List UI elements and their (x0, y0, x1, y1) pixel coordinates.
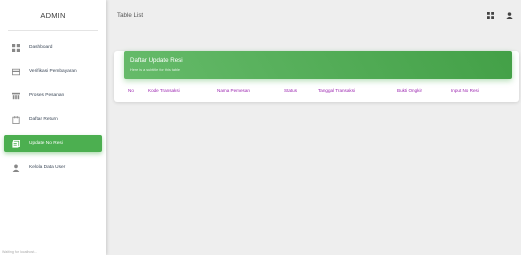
sidebar-item-label: Daftar Return (29, 117, 58, 122)
column-header-kode-transaksi: Kode Transaksi (148, 88, 180, 93)
column-header-bukti-ongkir: Bukti Ongkir (397, 88, 423, 93)
person-icon[interactable] (506, 12, 513, 19)
sidebar-item-proses-pesanan[interactable]: Proses Pesanan (4, 87, 102, 104)
sidebar-item-daftar-return[interactable]: Daftar Return (4, 111, 102, 128)
table-card: Daftar Update Resi Here is a subtitle fo… (114, 51, 519, 102)
top-actions (487, 12, 513, 19)
column-header-no: No (128, 88, 134, 93)
card-header: Daftar Update Resi Here is a subtitle fo… (124, 51, 512, 79)
sidebar-item-label: Update No Resi (29, 141, 63, 146)
column-header-nama-pemesan: Nama Pemesan (217, 88, 250, 93)
page-title: Table List (117, 12, 144, 19)
sidebar-item-label: Dashboard (29, 45, 53, 50)
dashboard-icon (12, 43, 20, 52)
receipt-icon (12, 139, 20, 148)
sidebar-item-kelola-data-user[interactable]: Kelola Data User (4, 159, 102, 176)
sidebar: ADMIN Dashboard Verifikasi Pembayaran Pr… (0, 0, 106, 255)
grid-icon[interactable] (487, 12, 494, 19)
process-icon (12, 92, 20, 100)
card-subtitle: Here is a subtitle for this table (130, 68, 181, 72)
sidebar-item-verifikasi-pembayaran[interactable]: Verifikasi Pembayaran (4, 63, 102, 80)
sidebar-item-dashboard[interactable]: Dashboard (4, 39, 102, 56)
sidebar-item-label: Verifikasi Pembayaran (29, 69, 77, 74)
table-header-row: No Kode Transaksi Nama Pemesan Status Ta… (114, 88, 519, 96)
payment-icon (12, 68, 20, 76)
topbar: Table List (106, 0, 521, 31)
column-header-status: Status (284, 88, 298, 93)
sidebar-nav: Dashboard Verifikasi Pembayaran Proses P… (0, 39, 106, 176)
return-icon (12, 115, 20, 124)
card-title: Daftar Update Resi (130, 57, 183, 64)
sidebar-item-update-no-resi[interactable]: Update No Resi (4, 135, 102, 152)
sidebar-item-label: Proses Pesanan (29, 93, 65, 98)
sidebar-item-label: Kelola Data User (29, 165, 66, 170)
brand-logo[interactable]: ADMIN (8, 0, 98, 31)
user-icon (12, 164, 20, 172)
column-header-tanggal-transaksi: Tanggal Transaksi (318, 88, 356, 93)
status-text: Waiting for localhost... (2, 250, 38, 254)
column-header-input-no-resi: Input No Resi (451, 88, 479, 93)
